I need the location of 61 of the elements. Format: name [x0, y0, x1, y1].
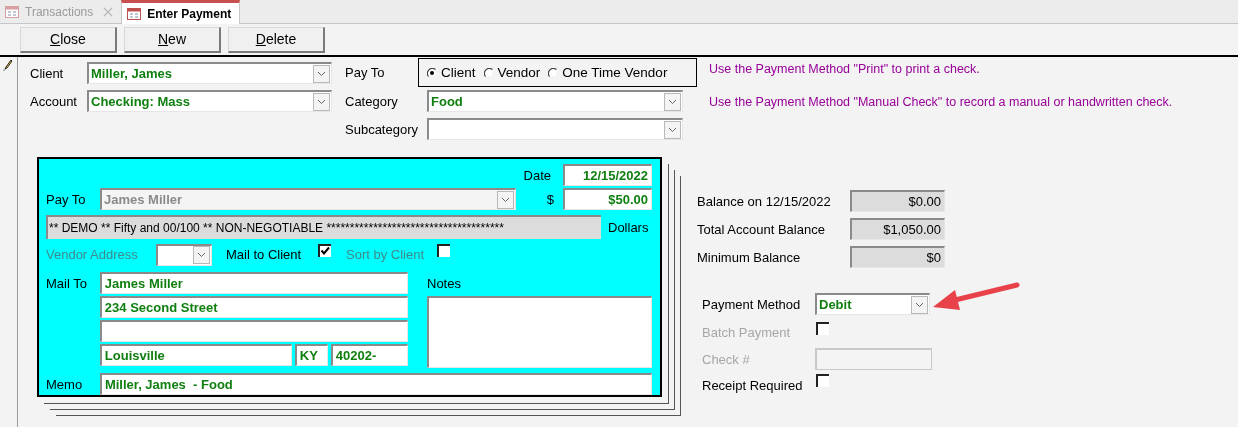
- field-label: Pay To: [345, 65, 386, 80]
- form-button[interactable]: New: [124, 26, 221, 53]
- tab-label: Transactions: [25, 5, 94, 19]
- radio-icon[interactable]: [483, 67, 494, 78]
- hint-text: Use the Payment Method "Print" to print a check.: [709, 62, 981, 76]
- field-label: Minimum Balance: [697, 249, 802, 265]
- city-field[interactable]: Louisville: [99, 344, 292, 366]
- field-label: Payment Method: [702, 296, 802, 312]
- radio-option[interactable]: One Time Vendor: [548, 65, 668, 80]
- name-field[interactable]: James Miller: [99, 272, 408, 294]
- memo-field[interactable]: Miller, James - Food: [99, 373, 652, 395]
- radio-icon[interactable]: [427, 67, 437, 78]
- form-icon: [127, 7, 142, 20]
- field-label: Pay To: [46, 191, 87, 207]
- field-label: Total Account Balance: [697, 221, 826, 237]
- radio-icon[interactable]: [548, 67, 559, 78]
- vendor-address-dropdown[interactable]: [156, 243, 212, 266]
- field-label: Check #: [702, 351, 751, 367]
- amount-field[interactable]: $50.00: [563, 188, 652, 210]
- pencil-icon: [3, 59, 13, 71]
- field-label: Account: [30, 93, 78, 109]
- checkbox-label: Mail to Client: [226, 247, 303, 262]
- tab[interactable]: Enter Payment: [121, 0, 241, 24]
- account-dropdown[interactable]: Checking: Mass: [87, 90, 332, 112]
- currency-label: $: [546, 191, 554, 207]
- checkbox[interactable]: [318, 244, 331, 257]
- zip-field[interactable]: 40202-: [330, 344, 408, 366]
- field-label: Dollars: [608, 219, 649, 235]
- checkbox-label: Batch Payment: [702, 325, 792, 340]
- tab-label: Enter Payment: [147, 6, 232, 21]
- notes-field[interactable]: [427, 296, 652, 368]
- address-field[interactable]: 234 Second Street: [99, 296, 408, 318]
- form-button[interactable]: Close: [20, 26, 117, 53]
- field-label: Category: [345, 93, 399, 109]
- field-label: Vendor Address: [46, 247, 139, 262]
- form-icon: [5, 6, 19, 18]
- state-field[interactable]: KY: [294, 344, 328, 366]
- date-field[interactable]: 12/15/2022: [563, 164, 652, 186]
- checkbox[interactable]: [816, 374, 829, 387]
- form-button[interactable]: Delete: [228, 26, 325, 53]
- field-label: Memo: [46, 376, 84, 392]
- hint-text: Use the Payment Method "Manual Check" to record a manual or handwritten check.: [709, 95, 1173, 109]
- field-label: Subcategory: [345, 121, 419, 137]
- balance-field: $1,050.00: [850, 218, 945, 240]
- subcategory-dropdown[interactable]: [427, 118, 683, 140]
- payment-method-dropdown[interactable]: Debit: [815, 293, 930, 315]
- checkbox-label: Receipt Required: [702, 378, 804, 393]
- field-label: Date: [523, 167, 551, 183]
- radio-option[interactable]: Vendor: [483, 65, 541, 80]
- category-dropdown[interactable]: Food: [427, 90, 683, 112]
- field-label: Client: [30, 65, 65, 81]
- address-field[interactable]: [99, 320, 408, 342]
- field-label: Balance on 12/15/2022: [697, 193, 832, 209]
- checkbox-label: Sort by Client: [346, 247, 426, 262]
- field-label: Mail To: [46, 276, 88, 291]
- balance-field: $0: [850, 246, 945, 268]
- field-label: Notes: [427, 276, 462, 293]
- amount-in-words-field: ** DEMO ** Fifty and 00/100 ** NON-NEGOTIABLE **************************************: [46, 215, 601, 239]
- balance-field: $0.00: [850, 190, 945, 212]
- client-dropdown[interactable]: Miller, James: [87, 62, 332, 84]
- radio-option[interactable]: Client: [427, 65, 476, 80]
